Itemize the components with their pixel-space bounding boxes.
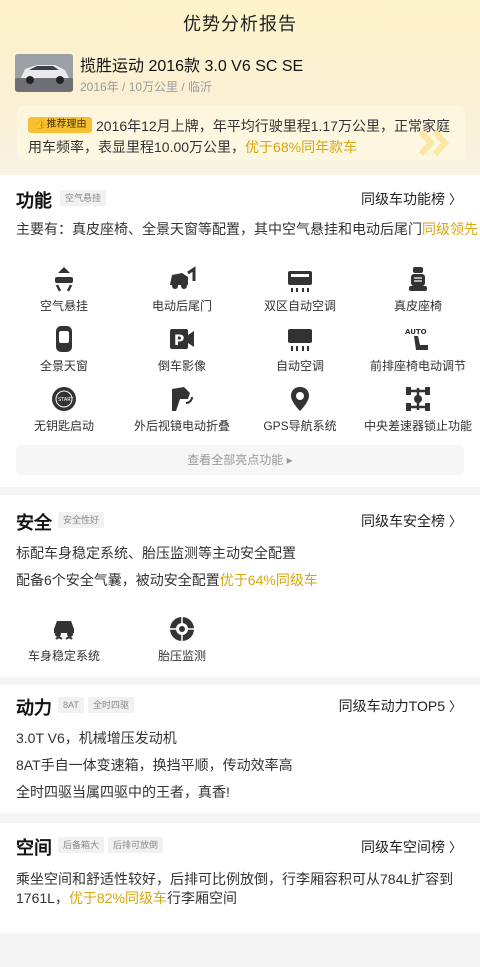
safety-line-1: 标配车身稳定系统、胎压监测等主动安全配置 bbox=[16, 545, 296, 561]
feature-tire-pressure[interactable]: 胎压监测 bbox=[122, 615, 242, 664]
panoramic-sunroof-icon bbox=[56, 326, 72, 352]
features-highlight: 同级领先 bbox=[422, 221, 478, 237]
tire-pressure-icon bbox=[170, 617, 194, 641]
features-card: 功能 空气悬挂 同级车功能榜〉 主要有：真皮座椅、全景天窗等配置，其中空气悬挂和… bbox=[0, 175, 480, 487]
keyless-start-icon: START bbox=[52, 387, 76, 411]
space-highlight: 优于82%同级车 bbox=[68, 890, 167, 906]
svg-text:START: START bbox=[58, 397, 74, 403]
safety-tag: 安全性好 bbox=[58, 512, 105, 528]
space-title: 空间 bbox=[16, 838, 52, 858]
svg-text:P: P bbox=[174, 333, 184, 349]
power-card: 动力 8AT 全时四驱 同级车动力TOP5 〉 3.0T V6，机械增压发动机 8… bbox=[0, 685, 480, 813]
features-rank-link[interactable]: 同级车功能榜〉 bbox=[361, 189, 462, 209]
power-line-1: 3.0T V6，机械增压发动机 bbox=[16, 730, 177, 746]
recommend-badge: 👍推荐理由 bbox=[28, 117, 93, 133]
stability-control-icon bbox=[54, 621, 74, 640]
features-tag: 空气悬挂 bbox=[60, 190, 107, 206]
caret-right-icon: ▸ bbox=[286, 453, 293, 467]
feature-gps-nav[interactable]: GPS导航系统 bbox=[240, 385, 360, 434]
rear-camera-icon: P bbox=[170, 329, 194, 349]
features-desc: 主要有：真皮座椅、全景天窗等配置，其中空气悬挂和电动后尾门同级领先 bbox=[16, 221, 478, 237]
power-line-3: 全时四驱当属四驱中的王者，真香! bbox=[16, 784, 230, 800]
safety-rank-link[interactable]: 同级车安全榜〉 bbox=[361, 511, 462, 531]
feature-diff-lock[interactable]: 中央差速器锁止功能 bbox=[358, 385, 478, 434]
gps-nav-icon bbox=[291, 387, 309, 411]
power-tag-drivetrain: 全时四驱 bbox=[88, 697, 135, 713]
reason-text: 2016年12月上牌，年平均行驶里程1.17万公里，正常家庭用车频率，表显里程1… bbox=[28, 118, 450, 155]
safety-title: 安全 bbox=[16, 513, 52, 533]
reason-highlight: 优于68%同年款车 bbox=[245, 139, 358, 155]
air-suspension-icon bbox=[55, 267, 73, 292]
page-title: 优势分析报告 bbox=[183, 14, 297, 34]
safety-card: 安全 安全性好 同级车安全榜〉 标配车身稳定系统、胎压监测等主动安全配置 配备6… bbox=[0, 495, 480, 677]
power-tailgate-icon bbox=[170, 266, 196, 289]
features-title: 功能 bbox=[16, 191, 52, 211]
leather-seat-icon bbox=[409, 267, 427, 291]
safety-highlight: 优于64%同级车 bbox=[219, 572, 318, 588]
feature-keyless-start[interactable]: START 无钥匙启动 bbox=[4, 385, 124, 434]
report-header: 优势分析报告 揽胜运动 2016款 3.0 V6 SC SE 2016年 / 1… bbox=[0, 0, 480, 180]
diff-lock-icon bbox=[406, 387, 430, 411]
feature-auto-ac[interactable]: 自动空调 bbox=[240, 325, 360, 374]
car-name: 揽胜运动 2016款 3.0 V6 SC SE bbox=[80, 58, 304, 75]
feature-stability-control[interactable]: 车身稳定系统 bbox=[4, 615, 124, 664]
chevron-right-icon: 〉 bbox=[448, 840, 462, 855]
auto-ac-icon bbox=[288, 329, 312, 351]
car-meta: 2016年 / 10万公里 / 临沂 bbox=[80, 80, 213, 94]
dual-zone-ac-icon bbox=[288, 271, 312, 292]
feature-power-seat[interactable]: AUTO 前排座椅电动调节 bbox=[358, 325, 478, 374]
chevron-right-icon: 〉 bbox=[448, 699, 462, 714]
space-card: 空间 后备箱大 后排可放倒 同级车空间榜〉 乘坐空间和舒适性较好，后排可比例放倒… bbox=[0, 823, 480, 933]
space-tag-fold-seat: 后排可放倒 bbox=[108, 837, 164, 853]
feature-air-suspension[interactable]: 空气悬挂 bbox=[4, 265, 124, 314]
svg-text:AUTO: AUTO bbox=[405, 328, 427, 336]
space-line-2: 1761L，优于82%同级车行李厢空间 bbox=[16, 890, 237, 906]
feature-mirror-fold[interactable]: 外后视镜电动折叠 bbox=[122, 385, 242, 434]
chevron-right-icon: 〉 bbox=[448, 514, 462, 529]
power-title: 动力 bbox=[16, 698, 52, 718]
double-chevron-icon bbox=[419, 130, 450, 156]
space-line-1: 乘坐空间和舒适性较好，后排可比例放倒，行李厢容积可从784L扩容到 bbox=[16, 871, 454, 887]
power-rank-link[interactable]: 同级车动力TOP5 〉 bbox=[339, 696, 462, 716]
power-line-2: 8AT手自一体变速箱，换挡平顺，传动效率高 bbox=[16, 757, 293, 773]
feature-dual-zone-ac[interactable]: 双区自动空调 bbox=[240, 265, 360, 314]
thumbs-up-icon: 👍 bbox=[34, 119, 47, 130]
car-thumbnail[interactable] bbox=[15, 54, 73, 92]
feature-rear-camera[interactable]: P 倒车影像 bbox=[122, 325, 242, 374]
feature-leather-seat[interactable]: 真皮座椅 bbox=[358, 265, 478, 314]
space-tag-trunk: 后备箱大 bbox=[58, 837, 105, 853]
feature-panoramic-sunroof[interactable]: 全景天窗 bbox=[4, 325, 124, 374]
feature-power-tailgate[interactable]: 电动后尾门 bbox=[122, 265, 242, 314]
safety-line-2: 配备6个安全气囊，被动安全配置优于64%同级车 bbox=[16, 572, 318, 588]
power-seat-icon: AUTO bbox=[405, 328, 428, 350]
mirror-fold-icon bbox=[172, 387, 193, 411]
recommend-reason: 2016年12月上牌，年平均行驶里程1.17万公里，正常家庭用车频率，表显里程1… bbox=[17, 106, 465, 160]
chevron-right-icon: 〉 bbox=[448, 192, 462, 207]
see-all-features-button[interactable]: 查看全部亮点功能 ▸ bbox=[16, 445, 464, 475]
power-tag-transmission: 8AT bbox=[58, 697, 84, 713]
space-rank-link[interactable]: 同级车空间榜〉 bbox=[361, 837, 462, 857]
